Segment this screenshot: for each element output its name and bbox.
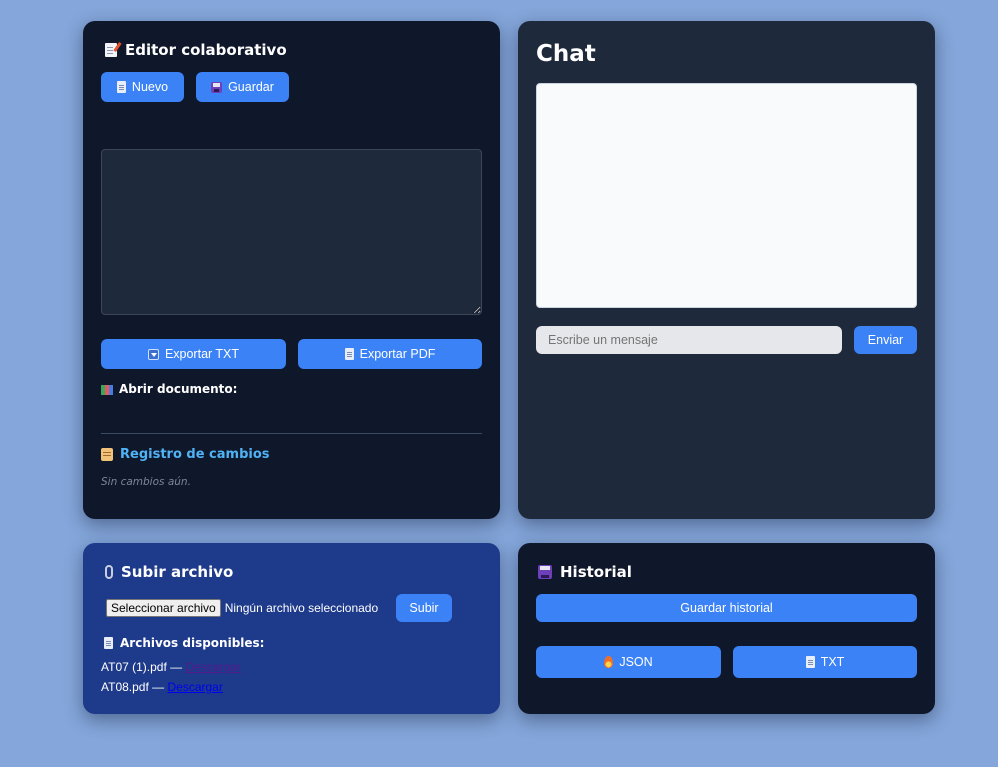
save-history-button[interactable]: Guardar historial	[536, 594, 917, 622]
send-button[interactable]: Enviar	[854, 326, 917, 354]
editor-textarea[interactable]	[101, 149, 482, 315]
chat-message-input[interactable]	[536, 326, 842, 354]
divider	[101, 433, 482, 434]
memo-icon	[105, 43, 117, 57]
export-txt-label: Exportar TXT	[164, 347, 240, 361]
download-link[interactable]: Descargar	[185, 660, 240, 674]
no-file-selected-text: Ningún archivo seleccionado	[224, 601, 379, 615]
chat-messages-area[interactable]	[536, 83, 917, 308]
available-files-title: Archivos disponibles:	[104, 636, 264, 650]
scroll-icon	[101, 448, 113, 461]
file-separator: —	[148, 680, 168, 694]
chat-title: Chat	[536, 41, 596, 67]
upload-title-text: Subir archivo	[121, 563, 234, 581]
export-pdf-button[interactable]: Exportar PDF	[298, 339, 482, 369]
down-arrow-icon	[147, 348, 159, 360]
save-document-label: Guardar	[228, 80, 274, 94]
upload-title: Subir archivo	[105, 563, 233, 581]
document-icon	[104, 637, 113, 649]
fire-icon	[604, 656, 614, 668]
new-document-button[interactable]: Nuevo	[101, 72, 184, 102]
paperclip-icon	[105, 565, 113, 579]
history-card: Historial Guardar historial JSON TXT	[518, 543, 935, 714]
changelog-title-text: Registro de cambios	[120, 447, 270, 462]
floppy-disk-icon	[538, 565, 552, 579]
editor-card: Editor colaborativo Nuevo Guardar Export…	[83, 21, 500, 519]
open-document-label: Abrir documento:	[101, 382, 237, 396]
file-separator: —	[166, 660, 186, 674]
upload-submit-button[interactable]: Subir	[396, 594, 452, 622]
editor-title-text: Editor colaborativo	[125, 41, 287, 59]
editor-title: Editor colaborativo	[105, 41, 287, 59]
save-history-label: Guardar historial	[680, 601, 773, 615]
document-icon	[344, 348, 354, 360]
available-files-text: Archivos disponibles:	[120, 636, 265, 650]
changelog-empty-text: Sin cambios aún.	[101, 476, 191, 488]
export-history-txt-button[interactable]: TXT	[733, 646, 917, 678]
history-title: Historial	[538, 563, 632, 581]
file-name: AT07 (1).pdf	[101, 660, 167, 674]
export-json-button[interactable]: JSON	[536, 646, 721, 678]
send-label: Enviar	[867, 333, 904, 347]
export-history-txt-label: TXT	[820, 655, 845, 669]
export-json-label: JSON	[619, 655, 653, 669]
file-chooser: Seleccionar archivo Ningún archivo selec…	[106, 599, 378, 617]
file-item: AT08.pdf — Descargar	[101, 677, 241, 697]
export-pdf-label: Exportar PDF	[359, 347, 436, 361]
upload-submit-label: Subir	[409, 601, 439, 615]
choose-file-button[interactable]: Seleccionar archivo	[106, 599, 221, 617]
export-txt-button[interactable]: Exportar TXT	[101, 339, 286, 369]
upload-card: Subir archivo Seleccionar archivo Ningún…	[83, 543, 500, 714]
document-icon	[805, 656, 815, 668]
history-title-text: Historial	[560, 563, 632, 581]
file-list: AT07 (1).pdf — Descargar AT08.pdf — Desc…	[101, 657, 241, 697]
changelog-title: Registro de cambios	[101, 447, 270, 462]
file-name: AT08.pdf	[101, 680, 149, 694]
new-document-label: Nuevo	[131, 80, 169, 94]
floppy-disk-icon	[211, 81, 223, 93]
document-icon	[116, 81, 126, 93]
save-document-button[interactable]: Guardar	[196, 72, 289, 102]
open-document-text: Abrir documento:	[119, 382, 238, 396]
file-item: AT07 (1).pdf — Descargar	[101, 657, 241, 677]
books-icon	[101, 384, 113, 395]
download-link[interactable]: Descargar	[167, 680, 222, 694]
chat-card: Chat Enviar	[518, 21, 935, 519]
